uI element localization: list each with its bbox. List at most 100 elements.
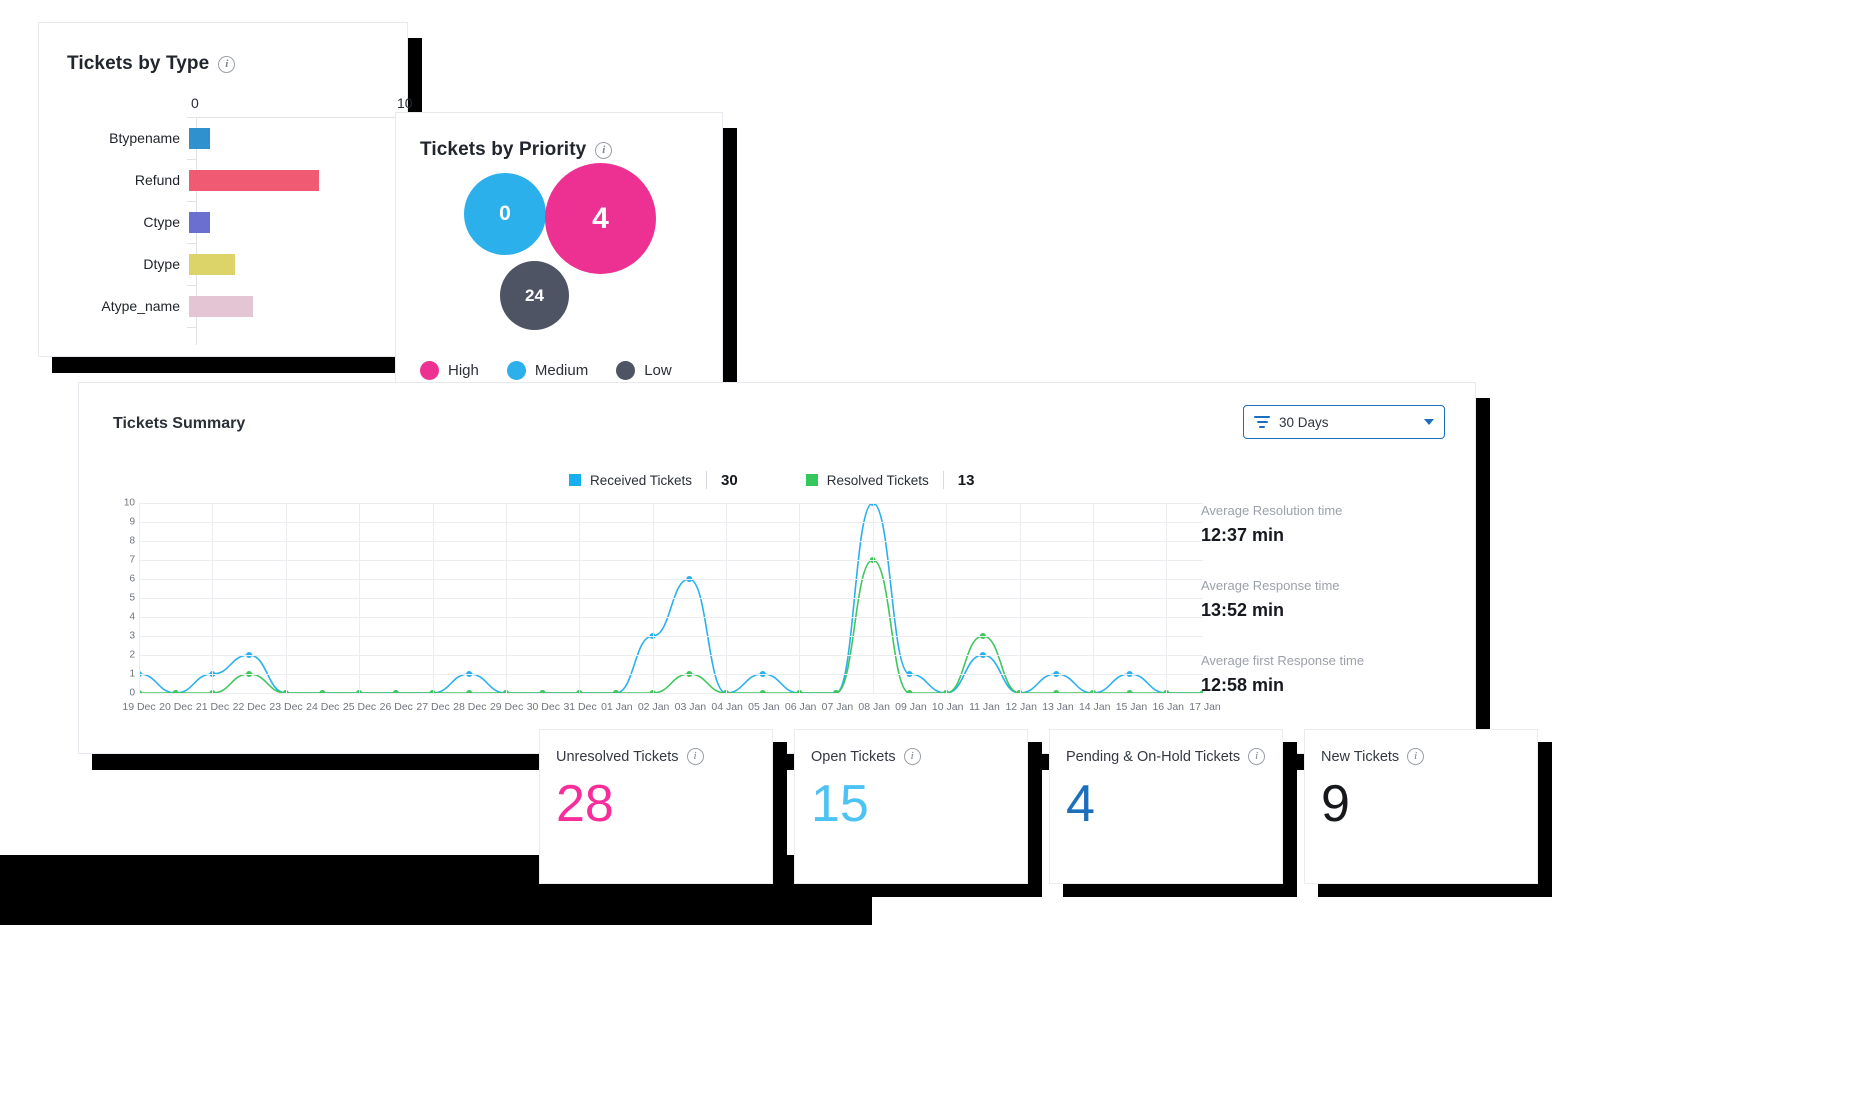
x-axis-tick-label: 27 Dec	[416, 701, 450, 713]
bar-fill[interactable]	[189, 295, 253, 317]
kpi-title-text: New Tickets	[1321, 748, 1400, 765]
grid-line-vertical	[1092, 503, 1094, 693]
axis-tick	[187, 117, 196, 118]
axis-tick	[187, 243, 196, 244]
x-axis-tick-label: 13 Jan	[1042, 701, 1074, 713]
info-icon[interactable]: i	[686, 748, 704, 765]
legend-dot-low-icon	[616, 361, 636, 380]
stat-average-response-time: Average Response time 13:52 min	[1201, 578, 1451, 621]
kpi-title: Unresolved Tickets i	[556, 748, 704, 765]
grid-line-horizontal	[139, 636, 1203, 637]
kpi-value: 9	[1321, 775, 1350, 833]
kpi-card-unresolved-tickets[interactable]: Unresolved Tickets i 28	[539, 729, 773, 884]
legend-divider	[706, 471, 708, 489]
bar-axis-max-label: 10	[397, 95, 413, 111]
grid-line-vertical	[652, 503, 654, 693]
info-icon[interactable]: i	[218, 55, 236, 73]
x-axis-tick-label: 28 Dec	[453, 701, 487, 713]
legend-swatch-resolved-icon	[805, 474, 818, 486]
x-axis-tick-label: 11 Jan	[969, 701, 1000, 713]
info-icon[interactable]: i	[595, 141, 613, 159]
x-axis-tick-label: 12 Jan	[1005, 701, 1037, 713]
y-axis-tick-label: 8	[129, 535, 135, 547]
x-axis-tick-label: 01 Jan	[601, 701, 633, 713]
stat-average-first-response-time: Average first Response time 12:58 min	[1201, 653, 1451, 696]
grid-line-vertical	[872, 503, 874, 693]
legend-label-medium: Medium	[534, 362, 589, 379]
bubble-high[interactable]: 4	[545, 163, 656, 274]
y-axis-tick-label: 1	[129, 668, 135, 680]
date-range-select[interactable]: 30 Days	[1243, 405, 1445, 439]
bar-fill[interactable]	[189, 211, 210, 233]
kpi-card-new-tickets[interactable]: New Tickets i 9	[1304, 729, 1538, 884]
kpi-value: 15	[811, 775, 869, 833]
legend-item-high[interactable]: High	[420, 361, 479, 380]
legend-item-low[interactable]: Low	[616, 361, 672, 380]
bubble-medium-value: 0	[499, 202, 511, 225]
y-axis-tick-label: 10	[123, 497, 135, 509]
kpi-card-pending-on-hold-tickets[interactable]: Pending & On-Hold Tickets i 4	[1049, 729, 1283, 884]
y-axis-tick-label: 3	[129, 630, 135, 642]
bar-row[interactable]: Btypename	[39, 122, 407, 154]
x-axis-tick-label: 19 Dec	[122, 701, 156, 713]
legend-label-high: High	[448, 362, 479, 379]
y-axis-tick-label: 5	[129, 592, 135, 604]
bar-row[interactable]: Atype_name	[39, 290, 407, 322]
bar-fill[interactable]	[189, 169, 319, 191]
info-icon[interactable]: i	[1248, 748, 1266, 765]
bar-row[interactable]: Refund	[39, 164, 407, 196]
grid-line-vertical	[139, 503, 140, 693]
bar-row[interactable]: Ctype	[39, 206, 407, 238]
bar-fill[interactable]	[189, 127, 210, 149]
bubble-low[interactable]: 24	[500, 261, 569, 330]
bar-label: Dtype	[143, 256, 180, 272]
kpi-title: Open Tickets i	[811, 748, 921, 765]
kpi-title: Pending & On-Hold Tickets i	[1066, 748, 1266, 765]
bar-row[interactable]: Dtype	[39, 248, 407, 280]
grid-line-vertical	[946, 503, 948, 693]
grid-line-horizontal	[139, 560, 1203, 561]
y-axis-tick-label: 2	[129, 649, 135, 661]
y-axis-labels: 0 1 2 3 4 5 6 7 8 9 10	[113, 498, 135, 699]
bar-label: Atype_name	[101, 298, 180, 314]
x-axis-tick-label: 03 Jan	[674, 701, 707, 713]
grid-line-vertical	[505, 503, 507, 693]
kpi-title-text: Open Tickets	[811, 748, 896, 765]
x-axis-tick-label: 22 Dec	[232, 701, 266, 713]
info-icon[interactable]: i	[903, 748, 921, 765]
tickets-by-type-title: Tickets by Type i	[67, 53, 407, 75]
grid-line-vertical	[799, 503, 801, 693]
grid-line-horizontal	[139, 617, 1203, 618]
tickets-summary-card: Tickets Summary 30 Days Received Tickets…	[78, 382, 1476, 754]
tickets-by-type-card: Tickets by Type i 0 10 Btypename Refund	[38, 22, 413, 357]
x-axis-tick-label: 24 Dec	[306, 701, 340, 713]
grid-line-horizontal	[139, 522, 1203, 523]
stat-value: 13:52 min	[1201, 600, 1285, 620]
y-axis-tick-label: 6	[129, 573, 135, 585]
x-axis-tick-label: 04 Jan	[711, 701, 743, 713]
bubble-high-value: 4	[592, 201, 609, 235]
bubble-low-value: 24	[525, 285, 544, 305]
bubble-medium[interactable]: 0	[464, 173, 546, 255]
tickets-by-priority-card: Tickets by Priority i 0 4 24 High Medium	[395, 112, 723, 407]
x-axis-tick-label: 23 Dec	[269, 701, 303, 713]
x-axis-tick-label: 10 Jan	[931, 701, 964, 713]
date-range-value: 30 Days	[1279, 414, 1329, 430]
legend-label-low: Low	[644, 362, 672, 379]
x-axis-tick-label: 29 Dec	[489, 701, 524, 713]
bar-axis-min-label: 0	[191, 95, 199, 111]
axis-tick	[187, 327, 196, 328]
kpi-title: New Tickets i	[1321, 748, 1425, 765]
legend-item-medium[interactable]: Medium	[506, 361, 589, 380]
x-axis-tick-label: 09 Jan	[895, 701, 927, 713]
y-axis-tick-label: 7	[129, 554, 135, 566]
bar-label: Btypename	[109, 130, 180, 146]
stat-average-resolution-time: Average Resolution time 12:37 min	[1201, 503, 1451, 546]
info-icon[interactable]: i	[1407, 748, 1425, 765]
tickets-by-type-chart: 0 10 Btypename Refund Ctype Dtype Atype_…	[39, 95, 413, 345]
grid-line-vertical	[726, 503, 728, 693]
grid-line-horizontal	[139, 674, 1203, 675]
kpi-card-open-tickets[interactable]: Open Tickets i 15	[794, 729, 1028, 884]
bar-fill[interactable]	[189, 253, 235, 275]
grid-line-horizontal	[139, 693, 1203, 694]
